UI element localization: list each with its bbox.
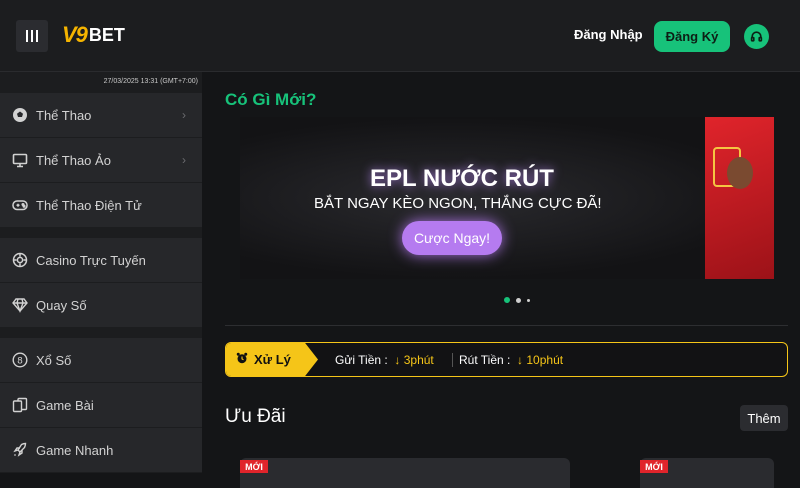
sidebar-item-label: Quay Số	[36, 297, 87, 313]
banner-headline: EPL NƯỚC RÚT	[370, 165, 554, 192]
svg-text:8: 8	[17, 356, 23, 366]
arrow-down-icon: ↓	[513, 353, 527, 367]
top-header: V9 BET Đăng Nhập Đăng Ký	[0, 0, 800, 72]
withdraw-value: 10phút	[526, 353, 564, 367]
deposit-time: Gửi Tiền : ↓ 3phút	[335, 353, 434, 367]
new-badge: MỚI	[640, 460, 668, 473]
carousel-dots	[504, 297, 530, 303]
sidebar-item-card-games[interactable]: Game Bài	[0, 383, 202, 428]
sidebar-group-games: 8 Xổ Số Game Bài Game Nhanh	[0, 338, 202, 473]
player-figure	[727, 157, 753, 189]
diamond-icon	[12, 297, 28, 313]
rocket-icon	[12, 442, 28, 458]
carousel-dot[interactable]	[527, 298, 530, 302]
promo-banner[interactable]: EPL NƯỚC RÚT BẮT NGAY KÈO NGON, THẮNG CỰ…	[240, 117, 774, 279]
sidebar-group-casino: Casino Trực Tuyến Quay Số	[0, 238, 202, 328]
bet-now-button[interactable]: Cược Ngay!	[402, 221, 502, 255]
sidebar-item-sports[interactable]: Thể Thao ›	[0, 93, 202, 138]
sidebar-group-sports: Thể Thao › Thể Thao Ảo › Thể Thao Điện T…	[0, 93, 202, 228]
carousel-dot[interactable]	[516, 297, 521, 303]
sidebar-item-live-casino[interactable]: Casino Trực Tuyến	[0, 238, 202, 283]
logo-v9: V9	[62, 22, 88, 47]
chevron-right-icon: ›	[182, 108, 186, 122]
sidebar-item-quick-games[interactable]: Game Nhanh	[0, 428, 202, 473]
deposit-label: Gửi Tiền :	[335, 353, 388, 367]
chevron-right-icon: ›	[182, 153, 186, 167]
lottery-ball-icon: 8	[12, 352, 28, 368]
sidebar-item-lottery[interactable]: 8 Xổ Số	[0, 338, 202, 383]
sidebar: 27/03/2025 13:31 (GMT+7:00) Thể Thao › T…	[0, 72, 202, 473]
new-badge: MỚI	[240, 460, 268, 473]
sidebar-item-label: Xổ Số	[36, 352, 72, 368]
whats-new-title: Có Gì Mới?	[225, 90, 317, 109]
sidebar-item-lucky-draw[interactable]: Quay Số	[0, 283, 202, 328]
current-datetime: 27/03/2025 13:31 (GMT+7:00)	[103, 78, 198, 85]
menu-bar-icon	[26, 30, 28, 42]
promo-card[interactable]: MỚI	[240, 458, 570, 488]
support-headset-button[interactable]	[744, 24, 769, 49]
sidebar-item-label: Game Bài	[36, 397, 94, 413]
section-divider	[225, 325, 788, 326]
processing-label: Xử Lý	[254, 352, 291, 367]
sidebar-item-label: Thể Thao Điện Tử	[36, 197, 142, 213]
casino-chip-icon	[12, 252, 28, 268]
deposit-value: 3phút	[403, 353, 434, 367]
logo-bet: BET	[88, 24, 125, 45]
promotions-title: Ưu Đãi	[225, 406, 286, 427]
processing-tag: Xử Lý	[226, 343, 318, 376]
banner-subtitle: BẮT NGAY KÈO NGON, THẮNG CỰC ĐÃ!	[314, 195, 602, 212]
banner-player-image	[705, 117, 774, 279]
withdraw-time: Rút Tiền : ↓ 10phút	[459, 353, 563, 367]
sidebar-item-esports[interactable]: Thể Thao Điện Tử	[0, 183, 202, 228]
menu-bar-icon	[31, 30, 33, 42]
carousel-dot-active[interactable]	[504, 297, 510, 303]
sidebar-item-label: Thể Thao	[36, 107, 92, 123]
separator	[452, 353, 453, 367]
hamburger-menu-button[interactable]	[16, 20, 48, 52]
promo-card[interactable]: MỚI	[640, 458, 774, 488]
monitor-icon	[12, 152, 28, 168]
alarm-clock-icon	[236, 352, 248, 367]
sidebar-item-label: Thể Thao Ảo	[36, 152, 111, 168]
transaction-time-bar: Xử Lý Gửi Tiền : ↓ 3phút Rút Tiền : ↓ 10…	[225, 342, 788, 377]
register-button[interactable]: Đăng Ký	[654, 21, 730, 52]
sidebar-item-label: Game Nhanh	[36, 442, 114, 458]
sidebar-item-label: Casino Trực Tuyến	[36, 252, 146, 268]
site-logo[interactable]: V9 BET	[62, 22, 125, 48]
soccer-ball-icon	[12, 107, 28, 123]
withdraw-label: Rút Tiền :	[459, 353, 511, 367]
menu-bar-icon	[36, 30, 38, 42]
more-button[interactable]: Thêm	[740, 405, 788, 431]
gamepad-icon	[12, 197, 28, 213]
arrow-down-icon: ↓	[391, 353, 404, 367]
login-button[interactable]: Đăng Nhập	[574, 27, 643, 42]
cards-icon	[12, 397, 28, 413]
sidebar-item-virtual-sports[interactable]: Thể Thao Ảo ›	[0, 138, 202, 183]
headset-icon	[750, 31, 763, 42]
